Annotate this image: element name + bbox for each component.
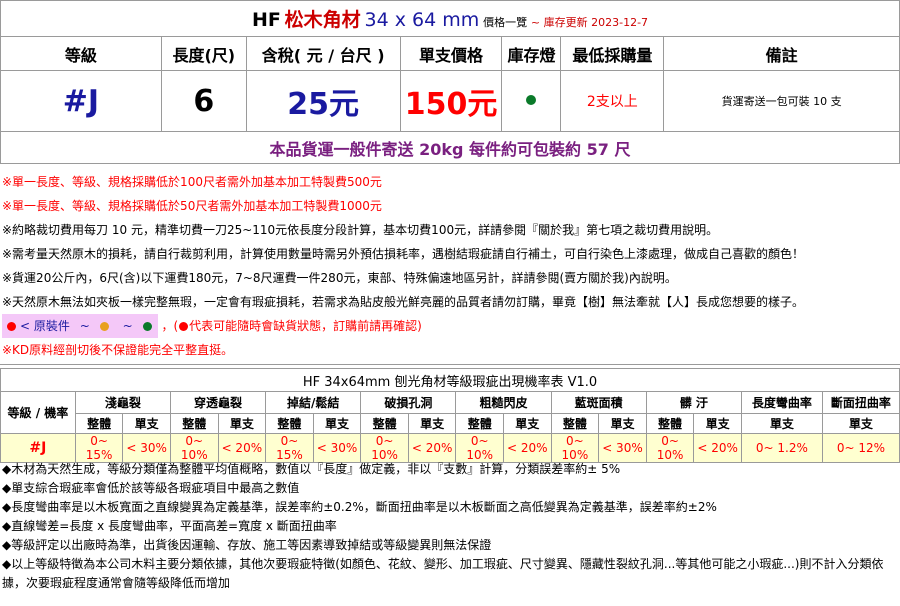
product-table: HF 松木角材 34 x 64 mm 價格一覽 ~ 庫存更新 2023-12-7…	[0, 0, 900, 164]
note-line: ※需考量天然原木的損耗，請自行裁剪利用，計算使用數量時需另外預估損耗率，遇樹結瑕…	[2, 247, 805, 261]
category-header: 掉結/鬆結	[265, 391, 362, 414]
rate-cell: < 30%	[122, 433, 171, 463]
note-line: ※貨運20公斤內，6尺(含)以下運費180元，7~8尺運費一件280元，東部、特…	[2, 271, 677, 285]
rate-cell: 0~ 10%	[360, 433, 409, 463]
category-header: 破損孔洞	[360, 391, 457, 414]
note-line: ※KD原料經剖切後不保證能完全平整直挺。	[2, 343, 234, 357]
note-line: ※天然原木無法如夾板一樣完整無瑕，一定會有瑕疵損耗，若需求為貼皮般光鮮亮麗的品質…	[2, 295, 805, 309]
rate-cell: 0~ 10%	[455, 433, 505, 463]
header-min-order: 最低採購量	[560, 36, 665, 71]
rate-cell: < 20%	[217, 433, 267, 463]
rate-cell: 0~ 1.2%	[740, 433, 823, 463]
rate-cell: < 20%	[693, 433, 742, 463]
footnote-line: ◆木材為天然生成，等級分類僅為整體平均值概略，數值以『長度』做定義，非以『支數』…	[2, 462, 621, 476]
stock-light-icon	[526, 95, 537, 105]
title-cell: HF 松木角材 34 x 64 mm 價格一覽 ~ 庫存更新 2023-12-7	[0, 0, 900, 37]
rate-cell: < 20%	[503, 433, 552, 463]
remark-value: 貨運寄送一包可裝 10 支	[663, 70, 900, 132]
title-size: 34 x 64 mm	[364, 9, 480, 31]
header-remark: 備註	[663, 36, 900, 71]
sub-header-whole: 整體	[360, 413, 409, 434]
category-header: 粗糙閃皮	[455, 391, 552, 414]
price-value: 25元	[245, 70, 401, 132]
rate-cell: < 30%	[312, 433, 362, 463]
stock-legend: < 原裝件 ~ ~ ，( 代表可能隨時會缺貨狀態，訂購前請再確認)	[0, 314, 900, 338]
note-line: ※單一長度、等級、規格採購低於50尺者需外加基本加工特製費1000元	[2, 199, 382, 213]
stock-legend-label: < 原裝件	[20, 319, 70, 333]
category-header: 髒 汙	[645, 391, 742, 414]
stock-warning: 代表可能隨時會缺貨狀態，訂購前請再確認)	[189, 319, 422, 333]
sub-header-single: 單支	[693, 413, 742, 434]
rate-cell: 0~ 15%	[265, 433, 314, 463]
table-row: #J 0~ 15% < 30% 0~ 10% < 20% 0~ 15% < 30…	[0, 433, 900, 463]
header-price-per-unit: 含稅( 元 / 台尺 )	[245, 36, 401, 71]
rate-cell: 0~ 10%	[169, 433, 219, 463]
orange-dot-icon	[99, 322, 109, 331]
sub-header-whole: 整體	[645, 413, 695, 434]
footnote-line: ◆長度彎曲率是以木板寬面之直線變異為定義基準，誤差率約±0.2%，斷面扭曲率是以…	[2, 500, 717, 514]
footnotes: ◆木材為天然生成，等級分類僅為整體平均值概略，數值以『長度』做定義，非以『支數』…	[0, 460, 900, 593]
stock-light-cell	[501, 70, 562, 132]
note-line: ※約略裁切費用每刀 10 元，精準切費一刀25~110元依長度分段計算，基本切費…	[2, 223, 719, 237]
header-unit-price: 單支價格	[399, 36, 503, 71]
rate-cell: < 20%	[407, 433, 457, 463]
min-order-value: 2支以上	[560, 70, 665, 132]
sub-header-single: 單支	[407, 413, 457, 434]
rate-cell: 0~ 12%	[821, 433, 900, 463]
sub-header-single: 單支	[122, 413, 171, 434]
title-material: 松木角材	[284, 9, 361, 31]
sub-header-whole: 整體	[265, 413, 314, 434]
sub-header-whole: 整體	[169, 413, 219, 434]
rate-cell: 0~ 10%	[550, 433, 600, 463]
category-header: 穿透龜裂	[169, 391, 267, 414]
category-header: 淺龜裂	[74, 391, 171, 414]
header-length: 長度(尺)	[160, 36, 247, 71]
grade-value: #J	[0, 70, 162, 132]
sub-header-single: 單支	[217, 413, 267, 434]
title-subtitle: 價格一覽	[483, 16, 528, 29]
defect-table: HF 34x64mm 刨光角材等級瑕疵出現機率表 V1.0 等級 / 機率 淺龜…	[0, 368, 900, 463]
green-dot-icon	[142, 322, 152, 331]
category-header: 藍斑面積	[550, 391, 647, 414]
row-grade: #J	[0, 433, 76, 463]
shipping-banner: 本品貨運一般件寄送 20kg 每件約可包裝約 57 尺	[0, 131, 900, 164]
category-header: 斷面扭曲率	[821, 391, 900, 414]
defect-table-caption: HF 34x64mm 刨光角材等級瑕疵出現機率表 V1.0	[0, 368, 900, 392]
sub-header-whole: 整體	[455, 413, 505, 434]
rate-cell: 0~ 15%	[74, 433, 124, 463]
footnote-line: ◆以上等級特徵為本公司木料主要分類依據，其他次要瑕疵特徵(如顏色、花紋、變形、加…	[2, 557, 884, 590]
note-line: ※單一長度、等級、規格採購低於100尺者需外加基本加工特製費500元	[2, 175, 382, 189]
sub-header-single: 單支	[312, 413, 362, 434]
red-dot-icon	[179, 322, 189, 331]
row-header: 等級 / 機率	[0, 391, 76, 434]
title-brand: HF	[251, 9, 281, 31]
stock-legend-box: < 原裝件 ~ ~	[2, 314, 158, 338]
rate-cell: 0~ 10%	[645, 433, 695, 463]
sub-header-whole: 整體	[74, 413, 124, 434]
sub-header-single: 單支	[503, 413, 552, 434]
unit-price-value: 150元	[399, 70, 503, 132]
category-header: 長度彎曲率	[740, 391, 823, 414]
stock-warning-open: ，(	[161, 319, 179, 333]
sub-header-whole: 整體	[550, 413, 600, 434]
length-value: 6	[160, 70, 247, 132]
sub-header-single: 單支	[740, 413, 823, 434]
footnote-line: ◆等級評定以出廠時為準，出貨後因運輸、存放、施工等因素導致掉結或等級變異則無法保…	[2, 538, 492, 552]
sub-header-single: 單支	[598, 413, 647, 434]
rate-cell: < 30%	[598, 433, 647, 463]
header-stock-light: 庫存燈	[501, 36, 562, 71]
divider	[0, 364, 900, 365]
footnote-line: ◆直線彎差=長度 x 長度彎曲率，平面高差=寬度 x 斷面扭曲率	[2, 519, 337, 533]
footnote-line: ◆單支綜合瑕疵率會低於該等級各瑕疵項目中最高之數值	[2, 481, 300, 495]
header-grade: 等級	[0, 36, 162, 71]
title-date: ~ 庫存更新 2023-12-7	[530, 16, 649, 29]
red-dot-icon	[7, 322, 16, 331]
notes-block: ※單一長度、等級、規格採購低於100尺者需外加基本加工特製費500元 ※單一長度…	[0, 170, 900, 362]
sub-header-single: 單支	[821, 413, 900, 434]
price-sheet: { "title": { "brand": "HF", "material": …	[0, 0, 900, 606]
